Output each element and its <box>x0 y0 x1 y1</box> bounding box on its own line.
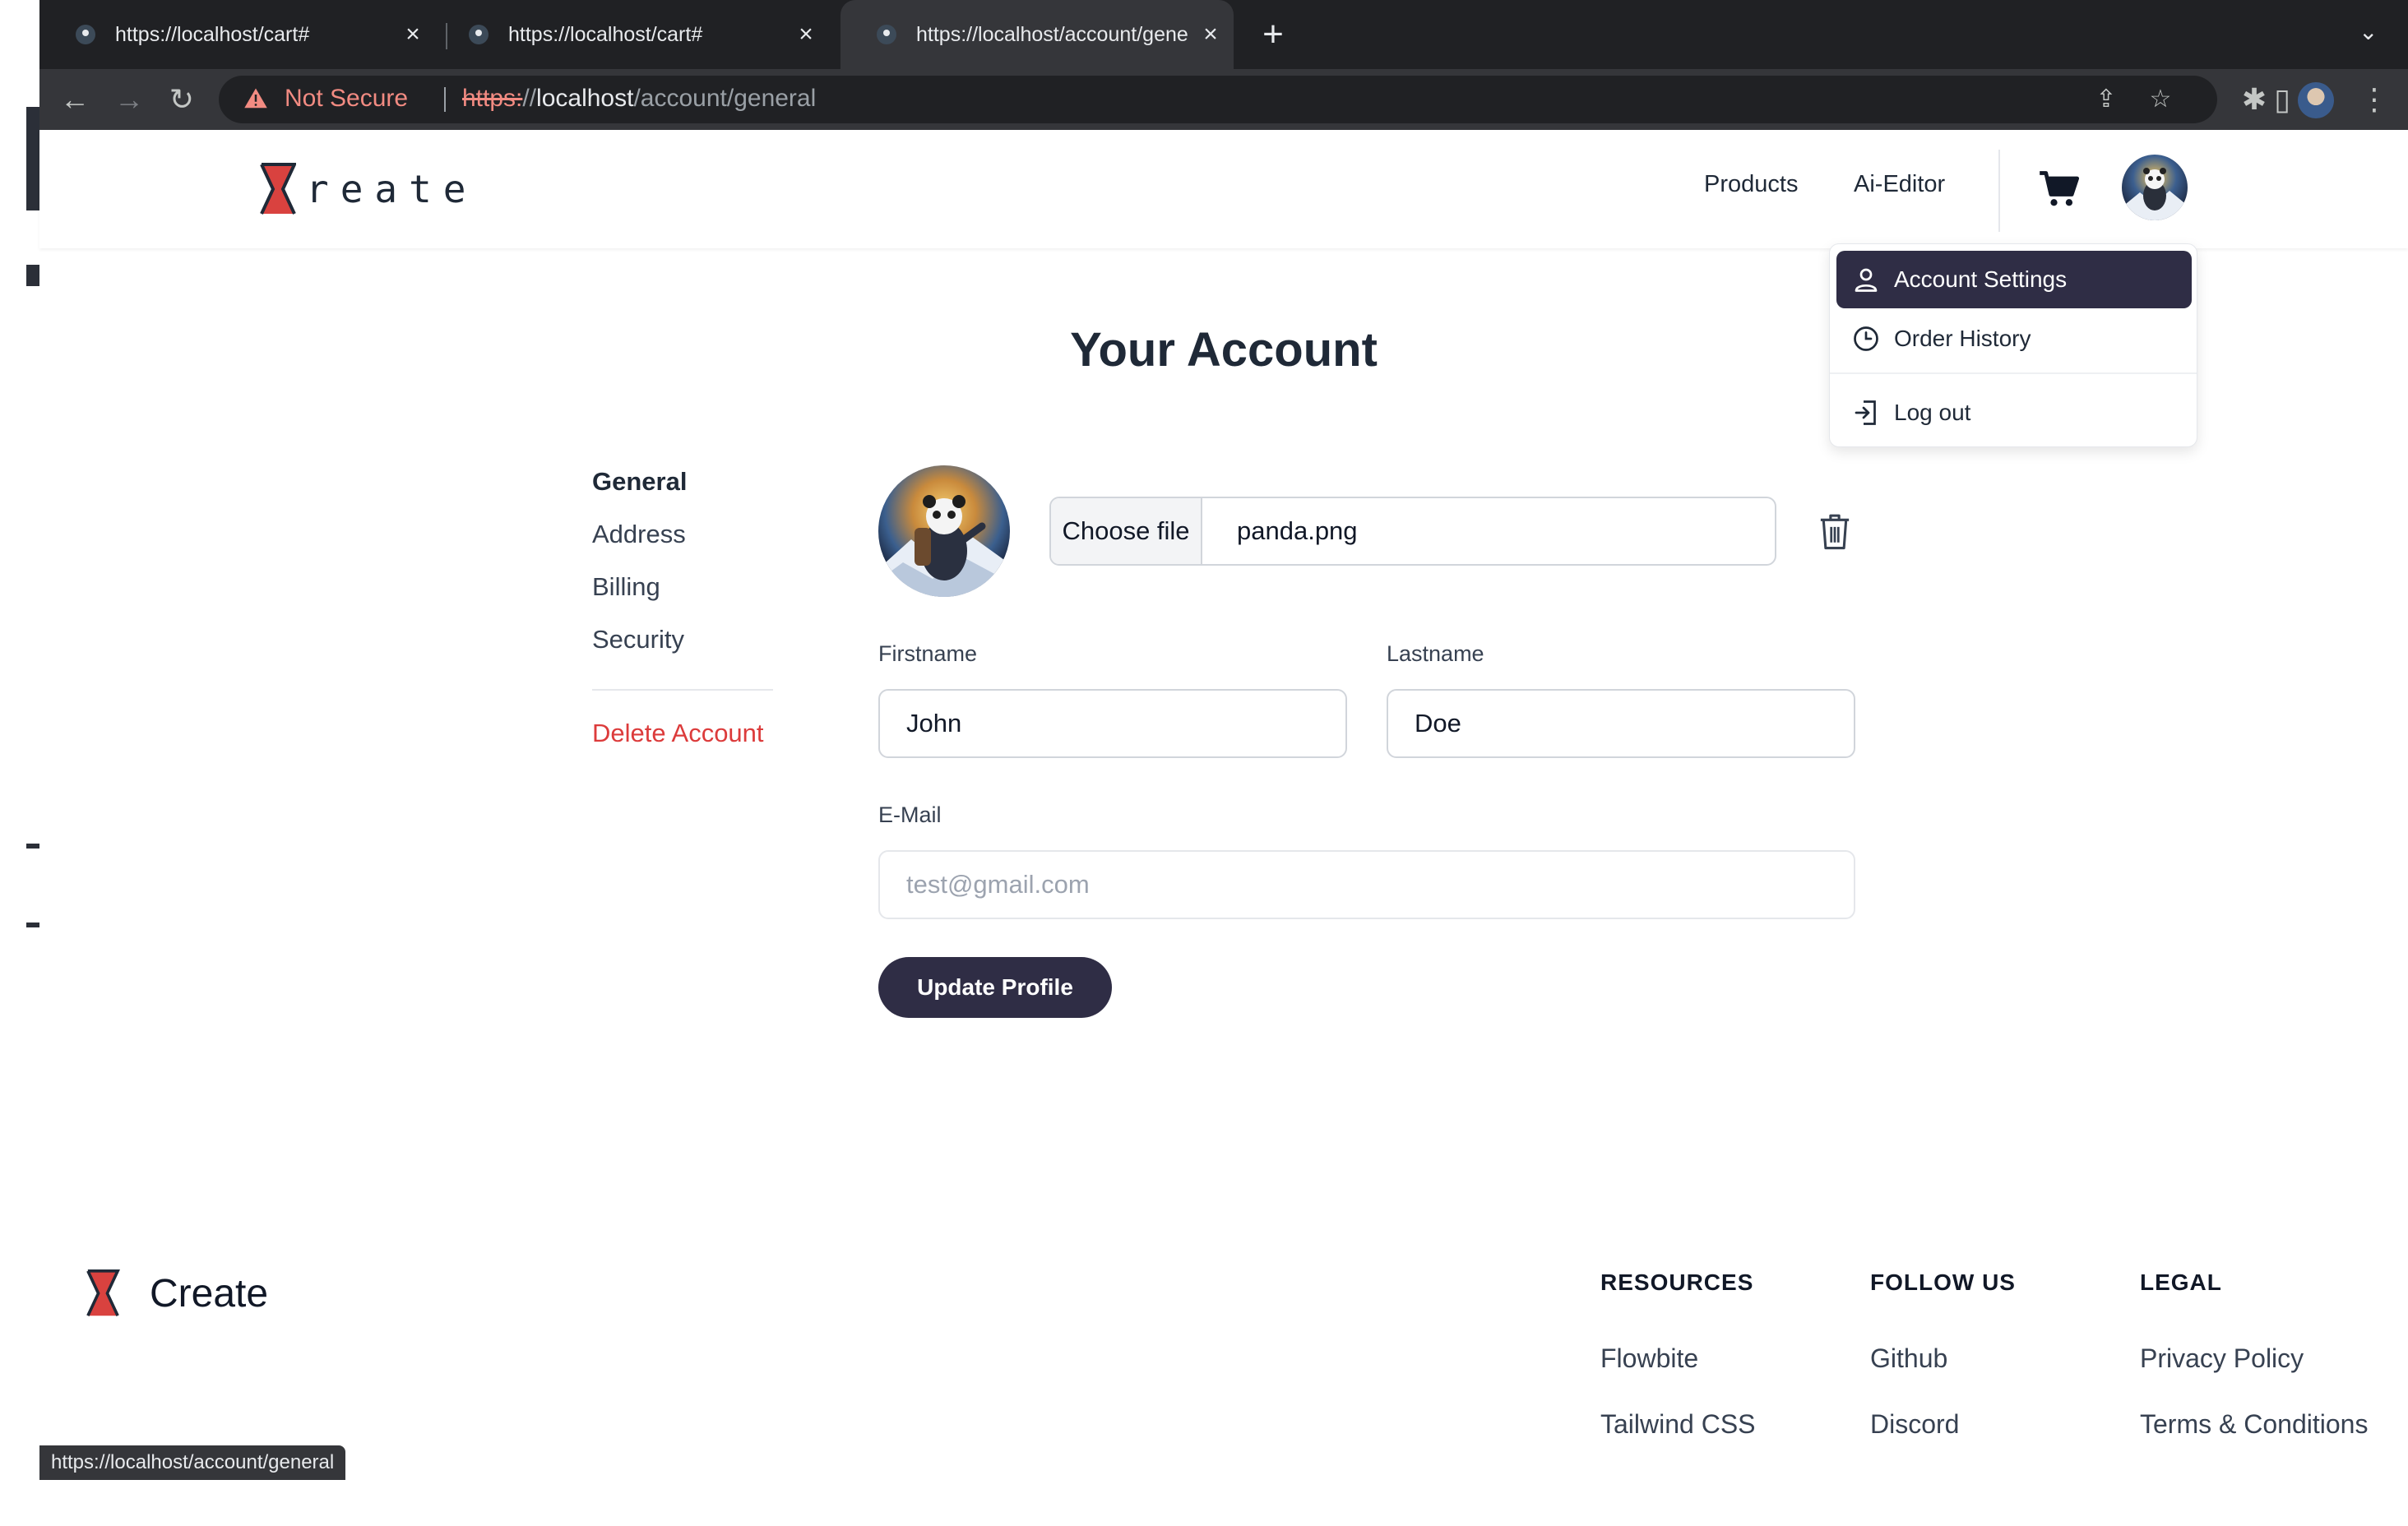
profile-photo <box>878 465 1010 597</box>
browser-profile-avatar[interactable] <box>2298 82 2334 118</box>
address-bar[interactable]: Not Secure https://localhost/account/gen… <box>219 76 2217 123</box>
sidebar-item-address[interactable]: Address <box>592 520 686 549</box>
footer-link-terms[interactable]: Terms & Conditions <box>2140 1409 2368 1440</box>
warning-icon <box>244 88 267 109</box>
logout-icon <box>1855 400 1876 425</box>
tab-title: https://localhost/cart# <box>508 22 703 46</box>
lastname-label: Lastname <box>1387 641 1484 666</box>
choose-file-button[interactable]: Choose file <box>1051 498 1202 564</box>
tab-favicon-icon <box>76 25 95 44</box>
site-logo[interactable]: reate <box>260 163 477 215</box>
menu-item-label: Log out <box>1894 400 1971 425</box>
url-slashes: // <box>522 85 537 112</box>
sidebar-divider <box>592 689 773 691</box>
tab-title: https://localhost/account/gene <box>916 22 1188 46</box>
forward-icon[interactable]: → <box>110 81 148 118</box>
firstname-input[interactable]: John <box>878 689 1347 758</box>
new-tab-icon[interactable]: + <box>1255 16 1291 53</box>
nav-divider <box>1998 150 2000 232</box>
hourglass-logo-icon <box>260 163 296 215</box>
email-label: E-Mail <box>878 802 942 827</box>
menu-log-out[interactable]: Log out <box>1836 384 2192 442</box>
lastname-input[interactable]: Doe <box>1387 689 1855 758</box>
hourglass-logo-icon <box>86 1269 120 1316</box>
page-title: Your Account <box>1070 323 1378 377</box>
security-status[interactable]: Not Secure <box>285 85 408 113</box>
link-status-bubble: https://localhost/account/general <box>39 1445 346 1480</box>
tab-favicon-icon <box>469 25 489 44</box>
share-icon[interactable]: ⇪ <box>2091 84 2122 115</box>
footer-link-privacy[interactable]: Privacy Policy <box>2140 1343 2304 1374</box>
nav-products[interactable]: Products <box>1704 171 1798 198</box>
tab-close-icon[interactable]: × <box>1196 20 1225 49</box>
omnibox-divider <box>444 87 446 112</box>
menu-account-settings[interactable]: Account Settings <box>1836 251 2192 308</box>
footer-logo[interactable]: Create <box>86 1269 268 1317</box>
background-window-fragment <box>26 265 39 286</box>
url-scheme: https: <box>462 85 523 112</box>
browser-tab-active[interactable]: https://localhost/account/gene × <box>840 0 1234 69</box>
tab-search-chevron-icon[interactable]: ⌄ <box>2359 18 2378 45</box>
logo-wordmark: reate <box>306 167 478 211</box>
background-window-fragment <box>26 923 39 927</box>
site-header: reate Products Ai-Editor <box>39 130 2408 248</box>
browser-tab-1[interactable]: https://localhost/cart# × <box>39 0 436 69</box>
sidebar-item-general[interactable]: General <box>592 467 687 497</box>
nav-ai-editor[interactable]: Ai-Editor <box>1854 171 1945 198</box>
browser-tab-2[interactable]: https://localhost/cart# × <box>433 0 829 69</box>
selected-file-name: panda.png <box>1237 516 1358 545</box>
footer-brand-name: Create <box>150 1271 269 1316</box>
browser-toolbar: ← → ↻ Not Secure https://localhost/accou… <box>39 69 2408 130</box>
cart-icon[interactable] <box>2038 168 2081 210</box>
footer-link-flowbite[interactable]: Flowbite <box>1600 1343 1698 1374</box>
url-text[interactable]: https://localhost/account/general <box>462 85 816 113</box>
tab-title: https://localhost/cart# <box>115 22 310 46</box>
url-path: /account/general <box>633 85 817 112</box>
tab-close-icon[interactable]: × <box>398 20 428 49</box>
trash-icon[interactable] <box>1818 511 1852 551</box>
tab-favicon-icon <box>877 25 896 44</box>
background-window-strip <box>0 0 39 1526</box>
avatar-file-input[interactable]: Choose file panda.png <box>1049 497 1776 566</box>
email-input[interactable]: test@gmail.com <box>878 850 1855 919</box>
url-host: localhost <box>536 85 634 112</box>
footer-link-discord[interactable]: Discord <box>1870 1409 1959 1440</box>
footer-heading-resources: RESOURCES <box>1600 1269 1754 1295</box>
back-icon[interactable]: ← <box>56 81 94 118</box>
update-profile-button[interactable]: Update Profile <box>878 957 1112 1018</box>
sidebar-item-delete-account[interactable]: Delete Account <box>592 719 764 748</box>
footer-link-github[interactable]: Github <box>1870 1343 1947 1374</box>
sidebar-item-security[interactable]: Security <box>592 625 684 654</box>
user-icon <box>1855 268 1878 292</box>
reload-icon[interactable]: ↻ <box>163 81 201 118</box>
footer-heading-legal: LEGAL <box>2140 1269 2222 1295</box>
browser-tab-bar: https://localhost/cart# × https://localh… <box>39 0 2408 69</box>
browser-menu-icon[interactable]: ⋮ <box>2355 81 2393 118</box>
firstname-label: Firstname <box>878 641 978 666</box>
menu-item-label: Account Settings <box>1894 266 2068 292</box>
tab-close-icon[interactable]: × <box>791 20 821 49</box>
footer-link-tailwind[interactable]: Tailwind CSS <box>1600 1409 1756 1440</box>
footer-heading-follow-us: FOLLOW US <box>1870 1269 2016 1295</box>
user-avatar[interactable] <box>2122 155 2188 220</box>
side-panel-icon[interactable]: ▯ <box>2263 81 2301 118</box>
bookmark-star-icon[interactable]: ☆ <box>2145 84 2176 115</box>
background-window-fragment <box>26 107 39 210</box>
sidebar-item-billing[interactable]: Billing <box>592 572 660 602</box>
page-bottom-edge <box>0 1487 2408 1526</box>
background-window-fragment <box>26 844 39 849</box>
